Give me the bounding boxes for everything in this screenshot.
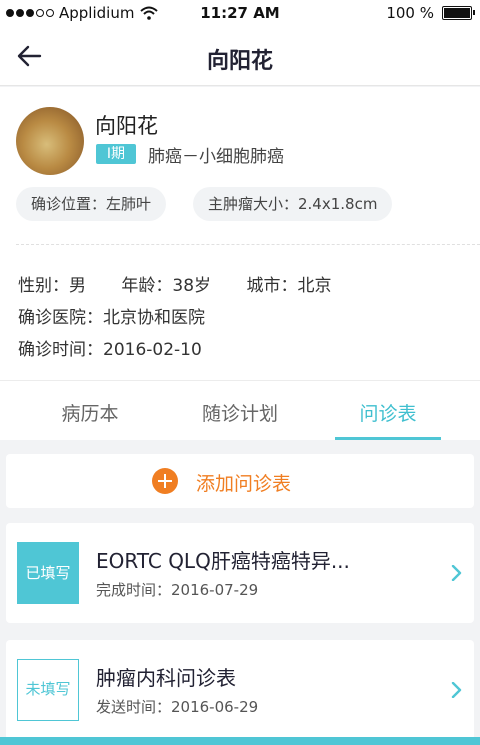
questionnaire-title: 肿瘤内科问诊表 <box>96 666 236 690</box>
page-title: 向阳花 <box>206 49 273 74</box>
tab-questionnaire[interactable]: 问诊表 <box>308 399 468 426</box>
active-tab-indicator <box>335 437 441 440</box>
stage-badge: I期 <box>96 144 136 164</box>
diagnosis-location-chip: 确诊位置：左肺叶 <box>16 187 167 221</box>
divider <box>16 244 480 245</box>
battery-icon <box>442 6 475 20</box>
tab-follow-up-plan[interactable]: 随诊计划 <box>160 399 320 426</box>
questionnaire-date: 完成时间：2016-07-29 <box>96 581 259 599</box>
nav-bar: 向阳花 <box>0 28 480 86</box>
diagnosis-time-text: 确诊时间：2016-02-10 <box>18 340 202 360</box>
bottom-accent-bar <box>0 737 480 745</box>
questionnaire-item[interactable]: 未填写 肿瘤内科问诊表 发送时间：2016-06-29 <box>6 640 474 740</box>
unfilled-badge: 未填写 <box>17 659 79 721</box>
questionnaire-title: EORTC QLQ肝癌特癌特异... <box>96 549 350 573</box>
hospital-text: 确诊医院：北京协和医院 <box>18 308 205 328</box>
add-questionnaire-label: 添加问诊表 <box>196 473 292 495</box>
chevron-right-icon <box>451 565 462 581</box>
patient-profile: 向阳花 I期 肺癌－小细胞肺癌 确诊位置：左肺叶 主肿瘤大小：2.4x1.8cm… <box>0 87 480 380</box>
tab-medical-record[interactable]: 病历本 <box>10 399 170 426</box>
filled-badge: 已填写 <box>17 542 79 604</box>
city-text: 城市：北京 <box>246 276 332 296</box>
patient-name: 向阳花 <box>95 114 158 138</box>
diagnosis-text: 肺癌－小细胞肺癌 <box>148 147 284 167</box>
gender-text: 性别：男 <box>18 276 86 296</box>
battery-percent: 100 % <box>386 4 434 22</box>
demographics-row: 性别：男 年龄：38岁 城市：北京 <box>18 271 335 296</box>
questionnaire-item[interactable]: 已填写 EORTC QLQ肝癌特癌特异... 完成时间：2016-07-29 <box>6 523 474 623</box>
chevron-right-icon <box>451 682 462 698</box>
add-questionnaire-button[interactable]: 添加问诊表 <box>6 454 474 508</box>
tab-bar: 病历本 随诊计划 问诊表 <box>0 380 480 440</box>
status-bar: Applidium 11:27 AM 100 % <box>0 0 480 28</box>
tumor-size-chip: 主肿瘤大小：2.4x1.8cm <box>193 187 393 221</box>
avatar[interactable] <box>16 107 84 175</box>
plus-icon <box>152 468 178 494</box>
questionnaire-date: 发送时间：2016-06-29 <box>96 698 259 716</box>
age-text: 年龄：38岁 <box>121 276 212 296</box>
